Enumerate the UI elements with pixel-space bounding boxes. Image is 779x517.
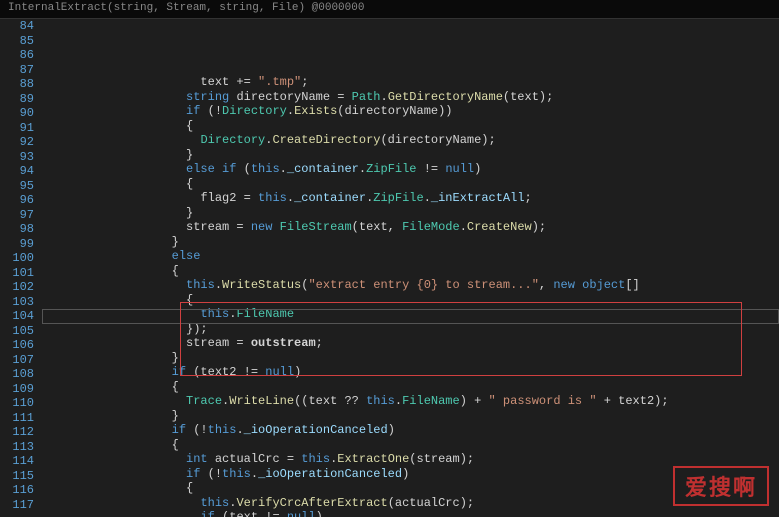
line-number: 99 xyxy=(4,237,34,252)
line-number: 86 xyxy=(4,48,34,63)
code-line[interactable]: this.FileName xyxy=(42,307,779,322)
code-line[interactable]: text += ".tmp"; xyxy=(42,75,779,90)
code-line[interactable]: Directory.CreateDirectory(directoryName)… xyxy=(42,133,779,148)
line-number: 107 xyxy=(4,353,34,368)
line-number: 88 xyxy=(4,77,34,92)
line-number: 106 xyxy=(4,338,34,353)
line-number: 92 xyxy=(4,135,34,150)
line-number: 93 xyxy=(4,150,34,165)
code-area[interactable]: text += ".tmp"; string directoryName = P… xyxy=(42,19,779,517)
code-line[interactable]: { xyxy=(42,481,779,496)
line-number: 112 xyxy=(4,425,34,440)
code-line[interactable]: this.WriteStatus("extract entry {0} to s… xyxy=(42,278,779,293)
line-number: 115 xyxy=(4,469,34,484)
line-number: 110 xyxy=(4,396,34,411)
code-line[interactable]: int actualCrc = this.ExtractOne(stream); xyxy=(42,452,779,467)
line-number: 103 xyxy=(4,295,34,310)
line-number: 105 xyxy=(4,324,34,339)
line-number: 87 xyxy=(4,63,34,78)
code-line[interactable]: this.VerifyCrcAfterExtract(actualCrc); xyxy=(42,496,779,511)
line-number: 89 xyxy=(4,92,34,107)
line-number: 91 xyxy=(4,121,34,136)
line-number: 84 xyxy=(4,19,34,34)
code-line[interactable]: if (!this._ioOperationCanceled) xyxy=(42,423,779,438)
line-number: 109 xyxy=(4,382,34,397)
code-line[interactable]: } xyxy=(42,351,779,366)
line-number: 97 xyxy=(4,208,34,223)
line-number: 116 xyxy=(4,483,34,498)
code-editor[interactable]: 8485868788899091929394959697989910010110… xyxy=(0,19,779,517)
code-line[interactable]: } xyxy=(42,206,779,221)
line-number: 102 xyxy=(4,280,34,295)
code-line[interactable]: stream = new FileStream(text, FileMode.C… xyxy=(42,220,779,235)
window-titlebar: InternalExtract(string, Stream, string, … xyxy=(0,0,779,19)
code-line[interactable]: } xyxy=(42,409,779,424)
line-number: 90 xyxy=(4,106,34,121)
code-line[interactable]: flag2 = this._container.ZipFile._inExtra… xyxy=(42,191,779,206)
line-number: 96 xyxy=(4,193,34,208)
line-number: 104 xyxy=(4,309,34,324)
line-number: 85 xyxy=(4,34,34,49)
code-line[interactable]: Trace.WriteLine((text ?? this.FileName) … xyxy=(42,394,779,409)
code-line[interactable]: }); xyxy=(42,322,779,337)
line-number: 94 xyxy=(4,164,34,179)
code-line[interactable]: else xyxy=(42,249,779,264)
code-line[interactable]: else if (this._container.ZipFile != null… xyxy=(42,162,779,177)
line-number: 114 xyxy=(4,454,34,469)
code-line[interactable]: string directoryName = Path.GetDirectory… xyxy=(42,90,779,105)
code-line[interactable]: if (text2 != null) xyxy=(42,365,779,380)
line-number: 98 xyxy=(4,222,34,237)
line-number: 113 xyxy=(4,440,34,455)
code-line[interactable]: { xyxy=(42,293,779,308)
code-line[interactable]: { xyxy=(42,438,779,453)
code-line[interactable]: if (!Directory.Exists(directoryName)) xyxy=(42,104,779,119)
line-number: 100 xyxy=(4,251,34,266)
code-line[interactable]: } xyxy=(42,148,779,163)
code-line[interactable]: { xyxy=(42,119,779,134)
line-number: 117 xyxy=(4,498,34,513)
code-line[interactable]: { xyxy=(42,380,779,395)
line-number: 95 xyxy=(4,179,34,194)
line-number: 101 xyxy=(4,266,34,281)
titlebar-text: InternalExtract(string, Stream, string, … xyxy=(8,2,364,14)
code-line[interactable]: stream = outstream; xyxy=(42,336,779,351)
line-number: 108 xyxy=(4,367,34,382)
code-line[interactable]: if (!this._ioOperationCanceled) xyxy=(42,467,779,482)
code-line[interactable]: { xyxy=(42,264,779,279)
line-number-gutter: 8485868788899091929394959697989910010110… xyxy=(0,19,42,517)
code-line[interactable]: } xyxy=(42,235,779,250)
code-line[interactable]: { xyxy=(42,177,779,192)
line-number: 111 xyxy=(4,411,34,426)
